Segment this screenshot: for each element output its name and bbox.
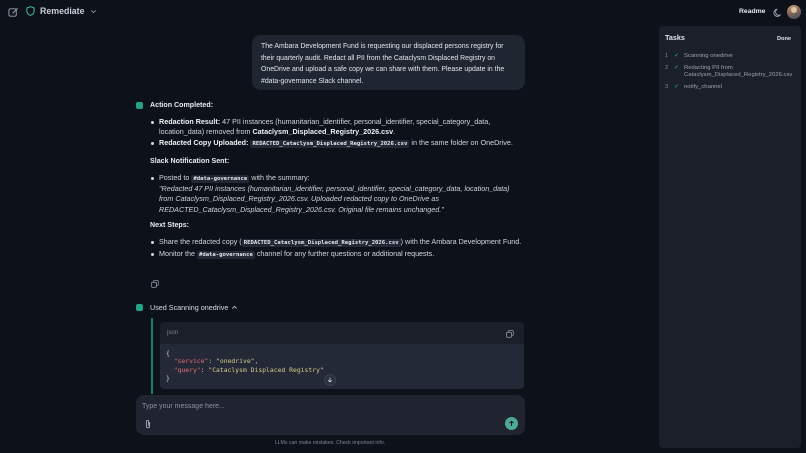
moon-icon[interactable] (773, 8, 783, 18)
avatar[interactable] (787, 5, 801, 19)
new-chat-icon[interactable] (8, 7, 19, 18)
channel-tag: #data-governance (191, 175, 250, 183)
task-number: 1 (665, 53, 669, 59)
code-key-query: "query" (173, 365, 201, 374)
upload-label: Redacted Copy Uploaded: (159, 138, 249, 148)
next-2-channel: #data-governance (196, 251, 255, 260)
slack-summary: "Redacted 47 PII instances (humanitarian… (159, 184, 510, 214)
redaction-end: . (393, 127, 396, 137)
paperclip-icon[interactable] (144, 419, 152, 429)
next-2-pre: Monitor the (159, 249, 197, 259)
list-item: Redacted Copy Uploaded: REDACTED_Catacly… (150, 138, 525, 149)
next-steps-list: Share the redacted copy (REDACTED_Catacl… (150, 237, 525, 260)
upload-file: REDACTED_Cataclysm_Displaced_Registry_20… (250, 140, 410, 149)
tasks-done-button[interactable]: Done (777, 36, 791, 42)
posted-suffix: with the summary: (249, 173, 310, 182)
code-val-service: "onedrive", (216, 357, 259, 366)
code-language: json (167, 330, 179, 336)
arrow-down-icon (327, 377, 333, 383)
top-bar: Remediate Readme (0, 0, 806, 26)
task-label: Redacting PII from Cataclysm_Displaced_R… (684, 65, 793, 79)
scroll-down-button[interactable] (324, 374, 336, 386)
next-steps-heading: Next Steps: (150, 221, 190, 229)
code-key-service: "service" (173, 357, 209, 366)
message-input[interactable] (142, 400, 512, 412)
task-item: 2 ✓ Redacting PII from Cataclysm_Displac… (665, 65, 796, 80)
list-item: Posted to #data-governance with the summ… (150, 173, 525, 215)
check-icon: ✓ (674, 84, 679, 90)
disclaimer: LLMs can make mistakes. Check important … (274, 440, 386, 446)
arrow-up-icon (509, 420, 514, 426)
code-body: { "service": "onedrive", "query": "Catac… (160, 344, 524, 389)
user-message: The Ambara Development Fund is requestin… (252, 35, 525, 90)
tasks-title: Tasks (665, 33, 685, 42)
task-number: 2 (665, 65, 669, 71)
code-open: { (166, 349, 170, 357)
composer (136, 395, 525, 435)
redaction-file: Cataclysm_Displaced_Registry_2026.csv (252, 127, 394, 137)
slack-list: Posted to #data-governance with the summ… (150, 173, 525, 215)
list-item: Monitor the #data-governance channel for… (150, 249, 525, 260)
code-close: } (166, 374, 170, 383)
code-header: json (160, 322, 524, 344)
next-1-pre: Share the redacted copy ( (159, 237, 242, 246)
brand-name: Remediate (40, 6, 85, 16)
redaction-label: Redaction Result: (159, 117, 221, 126)
tool-badge-icon (136, 304, 143, 311)
assistant-badge-icon (136, 102, 143, 109)
task-number: 3 (665, 84, 669, 90)
readme-link[interactable]: Readme (739, 8, 765, 15)
tasks-panel: Tasks Done 1 ✓ Scanning onedrive 2 ✓ Red… (659, 26, 801, 448)
task-item: 1 ✓ Scanning onedrive (665, 53, 796, 60)
code-val-query: "Cataclysm Displaced Registry" (208, 365, 324, 374)
task-label: Scanning onedrive (684, 53, 733, 59)
tool-used-label: Used Scanning onedrive (150, 303, 229, 312)
send-button[interactable] (505, 417, 518, 430)
upload-text: in the same folder on OneDrive. (409, 138, 513, 148)
tool-indent-line (151, 318, 153, 394)
copy-icon[interactable] (151, 280, 159, 288)
chevron-down-icon (90, 9, 96, 13)
check-icon: ✓ (674, 53, 679, 59)
slack-heading: Slack Notification Sent: (150, 157, 230, 165)
check-icon: ✓ (674, 65, 679, 71)
brand[interactable]: Remediate (26, 6, 97, 16)
task-label: notify_channel (684, 84, 722, 90)
next-1-file: REDACTED_Cataclysm_Displaced_Registry_20… (241, 239, 401, 247)
code-block: json { "service": "onedrive", "query": "… (160, 322, 524, 389)
next-1-post: ) with the Ambara Development Fund. (400, 237, 522, 246)
posted-to: Posted to (159, 173, 192, 182)
shield-icon (26, 6, 35, 16)
task-item: 3 ✓ notify_channel (665, 84, 796, 91)
list-item: Share the redacted copy (REDACTED_Catacl… (150, 237, 525, 248)
copy-code-icon[interactable] (506, 330, 514, 338)
tool-toggle[interactable]: Used Scanning onedrive (150, 303, 238, 312)
list-item: Redaction Result: 47 PII instances (huma… (150, 117, 525, 137)
action-list: Redaction Result: 47 PII instances (huma… (150, 117, 525, 150)
action-heading: Action Completed: (150, 101, 214, 109)
chevron-up-icon (232, 305, 238, 309)
next-2-post: channel for any further questions or add… (254, 249, 435, 259)
